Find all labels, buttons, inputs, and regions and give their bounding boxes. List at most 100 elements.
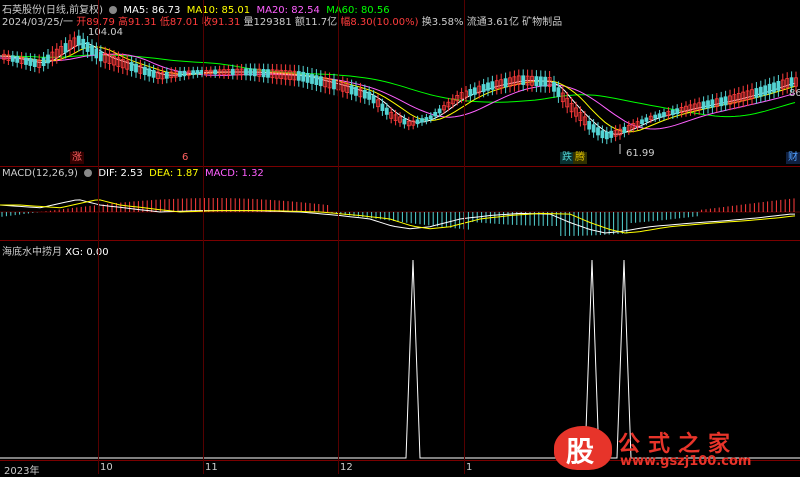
badge-teng[interactable]: 腾 [573,152,587,164]
logo-char: 股 [566,435,595,468]
candle-body [437,108,442,114]
badge-six[interactable]: 6 [180,152,190,164]
candle-body [98,51,103,62]
candle-body [213,69,218,75]
macd-dea: DEA: 1.87 [149,168,199,179]
candle-body [384,107,389,115]
candle-body [701,101,706,110]
candle-body [41,57,46,66]
candle-body [719,97,724,107]
badge-cai[interactable]: 财 [786,152,800,164]
xaxis-label-1: 1 [466,462,473,473]
candle-body [754,88,759,98]
candle-body [767,83,772,94]
candle-body [142,66,147,76]
macd-title: MACD(12,26,9) [2,168,78,179]
candle-body [486,82,490,91]
candle-body [354,86,358,96]
candle-body [481,84,486,93]
candle-body [191,70,196,76]
candle-body [90,45,94,56]
xaxis-label-12: 12 [340,462,353,473]
candle-body [230,68,235,76]
candle-body [653,114,658,119]
candle-body [314,75,319,85]
candle-body [10,55,15,62]
candle-body [248,68,253,76]
candle-body [622,126,627,134]
xaxis-label-2023: 2023年 [4,466,40,477]
candle-body [15,55,20,63]
candle-body [305,73,310,83]
candle-body [490,81,495,90]
candle-body [252,68,257,77]
candle-body [349,85,354,95]
candle-body [587,121,592,130]
candle-body [129,62,134,72]
separator-main [0,166,800,167]
candle-body [32,59,37,68]
candle-body [763,85,768,96]
candle-body [640,119,644,125]
candle-body [301,71,306,82]
candle-body [723,96,728,106]
candle-body [24,57,28,65]
candle-body [85,42,90,52]
candle-body [195,70,200,75]
badge-die[interactable]: 跌 [560,152,574,164]
candle-body [556,87,561,97]
bull-logo-icon: 股 [554,426,612,470]
candle-body [521,75,526,85]
candle-body [261,69,266,78]
candle-body [296,71,301,81]
candle-body [134,63,138,73]
candle-body [472,87,477,95]
badge-zhang[interactable]: 涨 [70,152,84,164]
candle-body [151,70,156,78]
watermark: 股 公式之家 www.gszj100.com [554,426,786,470]
candle-body [534,76,539,86]
candle-body [772,82,776,93]
candle-body [371,95,376,104]
candle-body [266,69,270,78]
xaxis-label-11: 11 [205,462,218,473]
candle-body [318,76,323,87]
low-marker-label: 61.99 [626,148,655,159]
candle-body [675,108,680,115]
macd-chart[interactable] [0,180,800,238]
candle-body [28,58,33,66]
candle-body [604,131,609,140]
candle-body [543,76,548,87]
macd-settings-dot-icon[interactable] [84,169,93,177]
candle-body [600,130,605,139]
candle-body [710,99,715,108]
candle-body [244,68,248,76]
candle-body [552,82,556,92]
candle-body [433,112,438,117]
candle-body [789,77,794,87]
candle-body [402,118,407,125]
ma60-line [0,54,796,118]
candle-body [538,76,543,87]
candle-body [76,35,81,46]
candle-body [662,112,666,117]
candle-body [428,115,433,120]
kline-chart[interactable] [0,26,800,166]
candle-body [310,74,314,84]
candle-body [644,117,649,122]
watermark-url: www.gszj100.com [620,454,752,469]
candle-body [657,113,662,118]
candle-body [332,79,336,90]
candle-body [415,119,420,125]
candle-body [424,117,429,122]
candle-body [46,54,50,64]
month-separator [203,0,204,474]
separator-macd [0,240,800,241]
candle-body [63,43,68,53]
xaxis-label-10: 10 [100,462,113,473]
candle-body [147,68,152,77]
candle-body [164,71,169,79]
macd-value: MACD: 1.32 [205,168,264,179]
candle-body [182,70,187,77]
right-price-label: 86 [789,88,800,99]
